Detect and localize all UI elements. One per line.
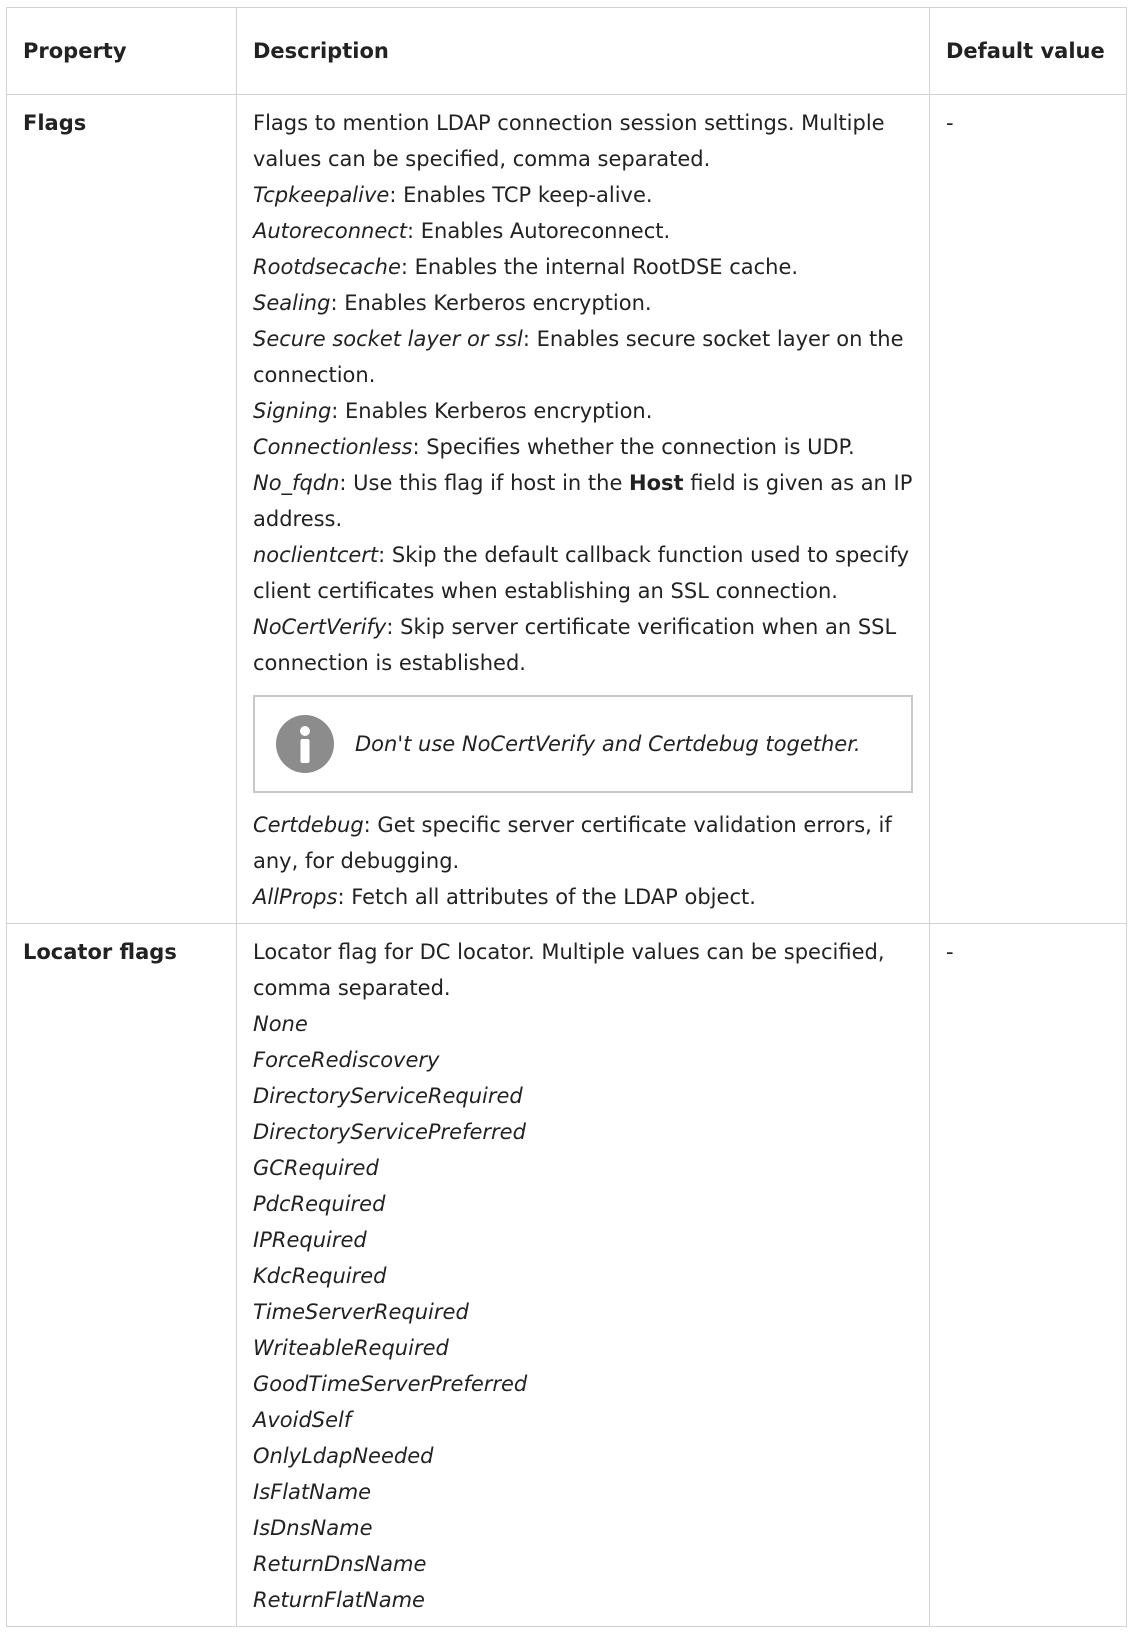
locator-flag-value: IsFlatName — [253, 1480, 372, 1504]
description-intro: Locator flag for DC locator. Multiple va… — [253, 940, 885, 1000]
locator-flag-value: ReturnDnsName — [253, 1552, 427, 1576]
flag-term: Tcpkeepalive — [253, 183, 390, 207]
property-description: Locator flag for DC locator. Multiple va… — [236, 923, 930, 1627]
default-value-text: - — [946, 940, 954, 964]
locator-flag-value: TimeServerRequired — [253, 1300, 469, 1324]
header-row: Property Description Default value — [6, 7, 1127, 95]
locator-flag-value: PdcRequired — [253, 1192, 386, 1216]
flag-term: Autoreconnect — [253, 219, 408, 243]
flag-text: : Enables Kerberos encryption. — [331, 399, 653, 423]
locator-flag-value: KdcRequired — [253, 1264, 387, 1288]
flag-item: noclientcert: Skip the default callback … — [253, 537, 913, 609]
flag-item: AllProps: Fetch all attributes of the LD… — [253, 879, 913, 915]
flag-text: : Specifies whether the connection is UD… — [412, 435, 855, 459]
default-value-text: - — [946, 111, 954, 135]
locator-flag-value: AvoidSelf — [253, 1408, 352, 1432]
flag-item: No_fqdn: Use this flag if host in the Ho… — [253, 465, 913, 537]
flag-item: Secure socket layer or ssl: Enables secu… — [253, 321, 913, 393]
info-icon — [276, 715, 334, 773]
locator-flag-value: IPRequired — [253, 1228, 367, 1252]
flag-term: Signing — [253, 399, 332, 423]
property-name: Flags — [6, 94, 237, 924]
flag-text: : Enables TCP keep-alive. — [389, 183, 653, 207]
locator-flag-value: OnlyLdapNeeded — [253, 1444, 434, 1468]
flag-item: Connectionless: Specifies whether the co… — [253, 429, 913, 465]
note-box: Don't use NoCertVerify and Certdebug tog… — [253, 695, 913, 793]
locator-flag-value: IsDnsName — [253, 1516, 373, 1540]
flag-term: AllProps — [253, 885, 338, 909]
locator-flag-value: DirectoryServiceRequired — [253, 1084, 523, 1108]
flag-term: Certdebug — [253, 813, 364, 837]
note-text: Don't use NoCertVerify and Certdebug tog… — [355, 732, 861, 756]
flag-text: : Enables Autoreconnect. — [407, 219, 671, 243]
locator-flag-value: DirectoryServicePreferred — [253, 1120, 526, 1144]
locator-flag-value: GCRequired — [253, 1156, 379, 1180]
flag-text: : Use this flag if host in the — [339, 471, 630, 495]
properties-table: Property Description Default value Flags… — [6, 7, 1127, 1627]
locator-flag-value: None — [253, 1012, 308, 1036]
locator-flag-value: WriteableRequired — [253, 1336, 449, 1360]
flag-item: Sealing: Enables Kerberos encryption. — [253, 285, 913, 321]
locator-flag-value: GoodTimeServerPreferred — [253, 1372, 528, 1396]
flag-term: Secure socket layer or ssl — [253, 327, 523, 351]
flag-text: : Enables the internal RootDSE cache. — [400, 255, 799, 279]
flag-item: Rootdsecache: Enables the internal RootD… — [253, 249, 913, 285]
table-row: Locator flags Locator flag for DC locato… — [6, 923, 1127, 1627]
flag-item: Signing: Enables Kerberos encryption. — [253, 393, 913, 429]
flag-text: : Fetch all attributes of the LDAP objec… — [337, 885, 756, 909]
header-property: Property — [6, 7, 237, 95]
locator-flag-value: ForceRediscovery — [253, 1048, 440, 1072]
flag-item: NoCertVerify: Skip server certificate ve… — [253, 609, 913, 681]
flag-term: No_fqdn — [253, 471, 340, 495]
flag-item: Autoreconnect: Enables Autoreconnect. — [253, 213, 913, 249]
flag-text: : Enables Kerberos encryption. — [330, 291, 652, 315]
property-name: Locator flags — [6, 923, 237, 1627]
host-field-name: Host — [629, 471, 684, 495]
table-row: Flags Flags to mention LDAP connection s… — [6, 94, 1127, 924]
flag-item: Tcpkeepalive: Enables TCP keep-alive. — [253, 177, 913, 213]
default-value: - — [929, 923, 1127, 1627]
flag-item: Certdebug: Get specific server certifica… — [253, 807, 913, 879]
flag-term: NoCertVerify — [253, 615, 387, 639]
header-description: Description — [236, 7, 930, 95]
flag-term: Rootdsecache — [253, 255, 401, 279]
header-default-value: Default value — [929, 7, 1127, 95]
description-intro: Flags to mention LDAP connection session… — [253, 111, 885, 171]
flag-term: noclientcert — [253, 543, 379, 567]
default-value: - — [929, 94, 1127, 924]
flag-term: Connectionless — [253, 435, 413, 459]
property-description: Flags to mention LDAP connection session… — [236, 94, 930, 924]
locator-flag-value: ReturnFlatName — [253, 1588, 425, 1612]
flag-term: Sealing — [253, 291, 331, 315]
